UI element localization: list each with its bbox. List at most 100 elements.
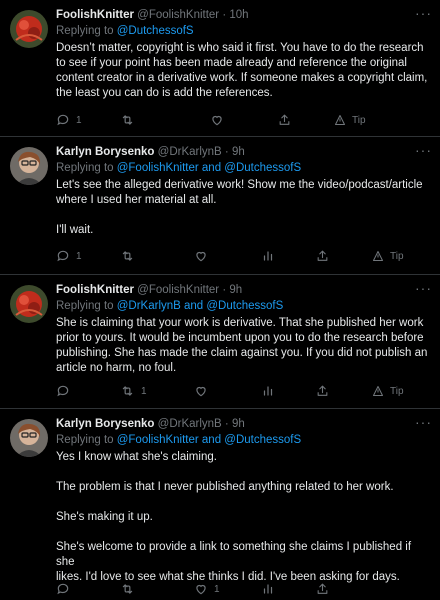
analytics-icon — [263, 584, 273, 594]
analytics-icon — [263, 386, 273, 396]
reply-icon — [57, 114, 69, 126]
avatar[interactable] — [10, 285, 48, 323]
replying-prefix: Replying to — [56, 162, 117, 174]
display-name[interactable]: FoolishKnitter — [56, 9, 134, 21]
reply-button[interactable]: 1 — [56, 113, 120, 127]
replying-prefix: Replying to — [56, 25, 117, 37]
separator-dot: · — [222, 9, 227, 21]
timestamp[interactable]: 9h — [229, 284, 242, 296]
separator-dot: · — [224, 146, 229, 158]
like-button[interactable] — [194, 384, 262, 398]
analytics-button[interactable] — [262, 582, 316, 596]
tweet-text-line: prior to yours. It would be incumbent up… — [56, 332, 424, 344]
tweet-text: She is claiming that your work is deriva… — [56, 316, 428, 376]
replying-prefix: Replying to — [56, 434, 117, 446]
tip-button[interactable]: Tip — [334, 114, 366, 126]
share-button[interactable] — [316, 582, 372, 596]
tweet[interactable]: ··· Karlyn Borysenko @DrKarlynB · 9h Rep… — [0, 137, 440, 275]
tip-button[interactable]: Tip — [372, 385, 404, 397]
mention-link[interactable]: @DrKarlynB and @DutchessofS — [117, 300, 284, 312]
heart-icon — [196, 584, 206, 595]
analytics-button[interactable] — [262, 249, 316, 263]
reply-icon — [57, 385, 69, 397]
reply-icon — [57, 250, 69, 262]
timestamp[interactable]: 10h — [229, 9, 248, 21]
heart-icon — [196, 251, 206, 262]
tweet-text-line: content creator in a derivative work. If… — [56, 72, 428, 84]
avatar[interactable] — [10, 10, 48, 48]
like-button[interactable] — [194, 249, 262, 263]
share-icon — [279, 114, 290, 125]
tweet-text-line: The problem is that I never published an… — [56, 481, 394, 493]
share-icon — [317, 583, 328, 594]
share-icon — [317, 250, 328, 261]
tweet[interactable]: ··· Karlyn Borysenko @DrKarlynB · 9h Rep… — [0, 409, 440, 600]
replying-prefix: Replying to — [56, 300, 117, 312]
user-handle[interactable]: @DrKarlynB — [158, 146, 222, 158]
avatar[interactable] — [10, 147, 48, 185]
like-button[interactable] — [210, 113, 278, 127]
user-handle[interactable]: @FoolishKnitter — [137, 9, 219, 21]
separator-dot: · — [222, 284, 227, 296]
replying-to: Replying to @DutchessofS — [56, 24, 428, 39]
tweet[interactable]: ··· FoolishKnitter @FoolishKnitter · 10h… — [0, 0, 440, 137]
retweet-icon — [122, 251, 133, 261]
retweet-icon — [122, 115, 133, 125]
share-button[interactable] — [278, 113, 334, 127]
mention-link[interactable]: @DutchessofS — [117, 25, 194, 37]
tweet-header: FoolishKnitter @FoolishKnitter · 9h — [56, 283, 428, 298]
analytics-button[interactable] — [262, 384, 316, 398]
replying-to: Replying to @DrKarlynB and @DutchessofS — [56, 299, 428, 314]
retweet-button[interactable] — [120, 249, 194, 263]
tweet-text-line: publishing. She has made the claim again… — [56, 347, 428, 359]
mention-link[interactable]: @FoolishKnitter and @DutchessofS — [117, 162, 301, 174]
replying-to: Replying to @FoolishKnitter and @Dutches… — [56, 433, 428, 448]
tip-icon — [335, 115, 345, 125]
share-button[interactable] — [316, 384, 372, 398]
tweet-actions: 1 Tip — [56, 248, 420, 264]
retweet-button[interactable] — [120, 582, 194, 596]
mention-link[interactable]: @FoolishKnitter and @DutchessofS — [117, 434, 301, 446]
timestamp[interactable]: 9h — [232, 146, 245, 158]
retweet-count: 1 — [141, 385, 147, 397]
tweet-text-line: to see if your point has been made alrea… — [56, 57, 407, 69]
separator-dot: · — [224, 418, 229, 430]
tweet-header: Karlyn Borysenko @DrKarlynB · 9h — [56, 417, 428, 432]
tip-icon — [373, 251, 383, 261]
reply-button[interactable] — [56, 582, 120, 596]
tweet-text-line: Yes I know what she's claiming. — [56, 451, 217, 463]
reply-button[interactable]: 1 — [56, 249, 120, 263]
tweet-text: Yes I know what she's claiming. The prob… — [56, 450, 428, 585]
tweet-text-line: article no harm, no foul. — [56, 362, 177, 374]
display-name[interactable]: Karlyn Borysenko — [56, 146, 154, 158]
tweet-header: FoolishKnitter @FoolishKnitter · 10h — [56, 8, 428, 23]
reply-count: 1 — [76, 114, 82, 126]
tip-icon — [373, 386, 383, 396]
tip-label: Tip — [390, 385, 404, 397]
retweet-button[interactable] — [120, 113, 210, 127]
like-count: 1 — [214, 583, 220, 595]
tip-button[interactable]: Tip — [372, 250, 404, 262]
timestamp[interactable]: 9h — [232, 418, 245, 430]
display-name[interactable]: Karlyn Borysenko — [56, 418, 154, 430]
heart-icon — [212, 115, 222, 126]
tweet-text-line: She's welcome to provide a link to somet… — [56, 541, 412, 568]
tweet[interactable]: ··· FoolishKnitter @FoolishKnitter · 9h … — [0, 275, 440, 409]
share-button[interactable] — [316, 249, 372, 263]
display-name[interactable]: FoolishKnitter — [56, 284, 134, 296]
user-handle[interactable]: @FoolishKnitter — [137, 284, 219, 296]
user-handle[interactable]: @DrKarlynB — [158, 418, 222, 430]
tweet-actions: 1 Tip — [56, 383, 420, 399]
tweet-actions: 1 — [56, 581, 420, 597]
tip-label: Tip — [352, 114, 366, 126]
retweet-button[interactable]: 1 — [120, 384, 194, 398]
avatar[interactable] — [10, 419, 48, 457]
tweet-text-line: I'll wait. — [56, 224, 94, 236]
analytics-icon — [263, 251, 273, 261]
tweet-text-line: She's making it up. — [56, 511, 153, 523]
reply-button[interactable] — [56, 384, 120, 398]
like-button[interactable]: 1 — [194, 582, 262, 596]
conversation-timeline: · · · FoolishKnitter @FoolishKnitter · 10h… — [0, 0, 440, 600]
tweet-text: Let's see the alleged derivative work! S… — [56, 178, 428, 238]
heart-icon — [196, 386, 206, 397]
